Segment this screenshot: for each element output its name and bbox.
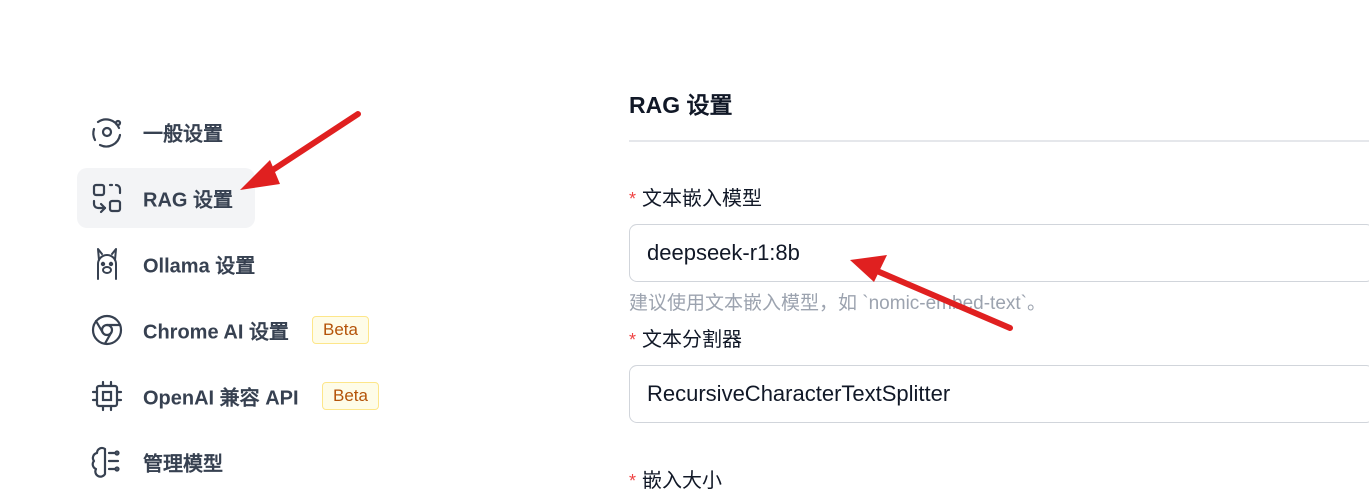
section-divider [629,140,1369,142]
annotation-arrow-sidebar [240,111,361,190]
page-title: RAG 设置 [629,92,733,118]
field-label-text: 嵌入大小 [642,470,723,492]
sidebar-item-rag[interactable]: RAG 设置 [77,168,255,228]
chrome-icon [89,312,125,348]
required-mark: * [629,471,637,491]
chunk-size-label: * 嵌入大小 [629,464,722,493]
sidebar-item-label: 一般设置 [143,123,223,146]
embedding-model-label: * 文本嵌入模型 [629,182,762,211]
chip-icon [89,378,125,414]
brain-icon [89,444,125,480]
llama-icon [89,246,125,282]
required-mark: * [629,189,637,209]
field-label-text: 文本嵌入模型 [642,188,763,210]
embedding-model-value: deepseek-r1:8b [647,240,800,265]
sidebar-item-ollama[interactable]: Ollama 设置 [77,234,255,294]
required-mark: * [629,330,637,350]
sidebar-item-label: 管理模型 [143,453,223,476]
splitter-value: RecursiveCharacterTextSplitter [647,381,951,406]
rag-icon [89,180,125,216]
settings-page: 一般设置 RAG 设置 Ollama 设置 Chrome AI 设置 Beta … [0,0,1369,493]
splitter-select[interactable]: RecursiveCharacterTextSplitter [629,365,1369,423]
sidebar-item-manage-models[interactable]: 管理模型 [77,432,255,492]
field-label-text: 文本分割器 [642,329,743,351]
splitter-label: * 文本分割器 [629,323,742,352]
beta-badge: Beta [312,316,369,344]
sidebar-item-general[interactable]: 一般设置 [77,102,255,162]
sidebar-item-label: Ollama 设置 [143,255,256,278]
sidebar-item-label: OpenAI 兼容 API [143,387,299,410]
embedding-model-select[interactable]: deepseek-r1:8b [629,224,1369,282]
sidebar-item-openai-api[interactable]: OpenAI 兼容 API Beta [77,366,379,426]
sidebar-item-label: RAG 设置 [143,189,233,212]
settings-orbit-icon [89,114,125,150]
embedding-model-help: 建议使用文本嵌入模型，如 `nomic-embed-text`。 [629,293,1046,314]
sidebar-item-chrome-ai[interactable]: Chrome AI 设置 Beta [77,300,369,360]
beta-badge: Beta [322,382,379,410]
sidebar-item-label: Chrome AI 设置 [143,321,289,344]
